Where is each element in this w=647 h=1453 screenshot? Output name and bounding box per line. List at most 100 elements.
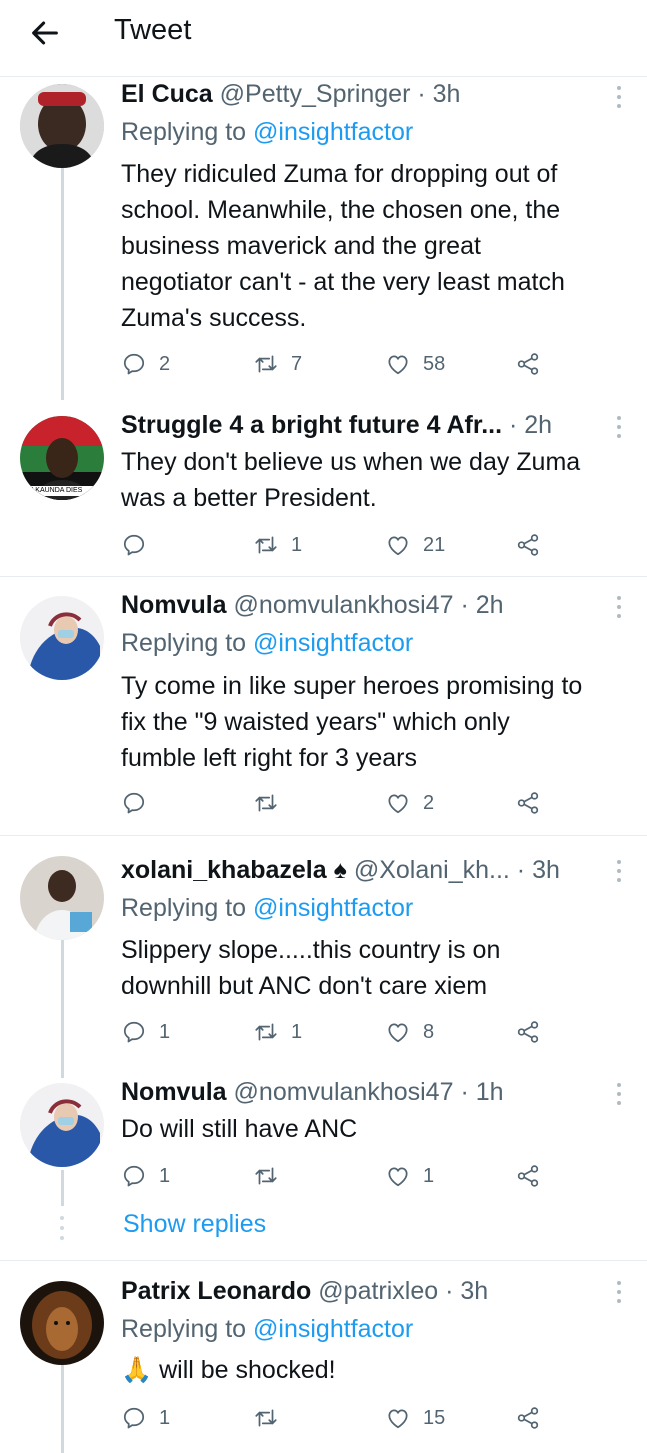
reply-button[interactable] bbox=[121, 788, 159, 818]
like-button[interactable]: 2 bbox=[385, 788, 434, 818]
retweet-icon bbox=[253, 351, 279, 377]
author-name[interactable]: Nomvula bbox=[121, 1078, 227, 1106]
tweet-meta: Patrix Leonardo @patrixleo · 3h bbox=[121, 1277, 607, 1306]
tweet-text: Do will still have ANC bbox=[121, 1115, 358, 1143]
reply-button[interactable]: 1 bbox=[121, 1017, 170, 1047]
share-button[interactable] bbox=[515, 1403, 541, 1433]
share-button[interactable] bbox=[515, 349, 541, 379]
retweet-button[interactable] bbox=[253, 1403, 291, 1433]
reply-icon bbox=[121, 1163, 147, 1189]
like-icon bbox=[385, 351, 411, 377]
share-button[interactable] bbox=[515, 530, 541, 560]
reply-button[interactable]: 1 bbox=[121, 1161, 170, 1191]
avatar[interactable] bbox=[20, 84, 104, 168]
author-name[interactable]: El Cuca bbox=[121, 80, 213, 108]
thread-line bbox=[61, 918, 64, 1078]
more-icon[interactable] bbox=[615, 416, 623, 442]
more-icon[interactable] bbox=[615, 1083, 623, 1109]
tweet-actions: 1 1 bbox=[0, 1161, 647, 1191]
retweet-button[interactable] bbox=[253, 788, 291, 818]
share-icon bbox=[515, 1019, 541, 1045]
retweet-button[interactable]: 1 bbox=[253, 530, 302, 560]
retweet-button[interactable]: 7 bbox=[253, 349, 302, 379]
avatar[interactable] bbox=[20, 1281, 104, 1365]
tweet-actions: 1 15 bbox=[0, 1403, 647, 1433]
avatar[interactable]: TH KAUNDA DIES bbox=[20, 416, 104, 500]
divider bbox=[0, 835, 647, 836]
retweet-icon bbox=[253, 790, 279, 816]
handle-time: @Petty_Springer · 3h bbox=[219, 80, 461, 108]
back-arrow-icon[interactable] bbox=[28, 16, 62, 50]
thread-dots bbox=[60, 1216, 65, 1246]
replying-handle[interactable]: @insightfactor bbox=[253, 894, 413, 922]
emoji: 🙏 bbox=[121, 1356, 153, 1384]
share-icon bbox=[515, 1405, 541, 1431]
retweet-icon bbox=[253, 1163, 279, 1189]
reply-icon bbox=[121, 790, 147, 816]
share-icon bbox=[515, 351, 541, 377]
avatar[interactable] bbox=[20, 1083, 104, 1167]
replying-handle[interactable]: @insightfactor bbox=[253, 629, 413, 657]
like-button[interactable]: 8 bbox=[385, 1017, 434, 1047]
retweet-button[interactable] bbox=[253, 1161, 291, 1191]
handle-time: @Xolani_kh... · 3h bbox=[353, 856, 560, 884]
avatar[interactable] bbox=[20, 856, 104, 940]
divider bbox=[0, 576, 647, 577]
header-bar: Tweet bbox=[0, 0, 647, 77]
share-button[interactable] bbox=[515, 1017, 541, 1047]
tweet-meta: xolani_khabazela ♠ @Xolani_kh... · 3h bbox=[121, 856, 607, 885]
reply-icon bbox=[121, 532, 147, 558]
like-icon bbox=[385, 1405, 411, 1431]
show-replies-link[interactable]: Show replies bbox=[123, 1210, 266, 1239]
author-name[interactable]: Struggle 4 a bright future 4 Afr... bbox=[121, 411, 502, 439]
like-button[interactable]: 58 bbox=[385, 349, 445, 379]
avatar[interactable] bbox=[20, 596, 104, 680]
tweet-actions: 2 bbox=[0, 788, 647, 818]
share-icon bbox=[515, 1163, 541, 1189]
like-icon bbox=[385, 532, 411, 558]
tweet-text: Slippery slope.....this country is on dow… bbox=[121, 936, 501, 1000]
replying-to: Replying to @insightfactor bbox=[121, 1315, 414, 1343]
more-icon[interactable] bbox=[615, 1281, 623, 1307]
tweet-meta: Nomvula @nomvulankhosi47 · 2h bbox=[121, 591, 607, 620]
like-button[interactable]: 21 bbox=[385, 530, 445, 560]
share-icon bbox=[515, 532, 541, 558]
tweet-meta: Struggle 4 a bright future 4 Afr... · 2h bbox=[121, 411, 607, 440]
replying-handle[interactable]: @insightfactor bbox=[253, 118, 413, 146]
like-button[interactable]: 1 bbox=[385, 1161, 434, 1191]
tweet-text: 🙏 will be shocked! bbox=[121, 1356, 336, 1384]
more-icon[interactable] bbox=[615, 596, 623, 622]
badge: ♠ bbox=[333, 856, 347, 884]
retweet-button[interactable]: 1 bbox=[253, 1017, 302, 1047]
retweet-icon bbox=[253, 532, 279, 558]
like-button[interactable]: 15 bbox=[385, 1403, 445, 1433]
share-button[interactable] bbox=[515, 788, 541, 818]
divider bbox=[0, 1260, 647, 1261]
handle-time: @nomvulankhosi47 · 1h bbox=[233, 1078, 504, 1106]
page-title: Tweet bbox=[114, 14, 192, 46]
author-name[interactable]: xolani_khabazela bbox=[121, 856, 327, 884]
author-name[interactable]: Patrix Leonardo bbox=[121, 1277, 311, 1305]
more-icon[interactable] bbox=[615, 860, 623, 886]
avatar-caption: TH KAUNDA DIES bbox=[24, 487, 83, 494]
handle-time: @nomvulankhosi47 · 2h bbox=[233, 591, 504, 619]
replying-to: Replying to @insightfactor bbox=[121, 629, 414, 657]
author-name[interactable]: Nomvula bbox=[121, 591, 227, 619]
handle-time: · 2h bbox=[502, 411, 553, 439]
share-icon bbox=[515, 790, 541, 816]
tweet-meta: Nomvula @nomvulankhosi47 · 1h bbox=[121, 1078, 607, 1107]
tweet-actions: 1 21 bbox=[0, 530, 647, 560]
reply-icon bbox=[121, 1405, 147, 1431]
tweet-meta: El Cuca @Petty_Springer · 3h bbox=[121, 80, 607, 109]
more-icon[interactable] bbox=[615, 86, 623, 112]
like-icon bbox=[385, 790, 411, 816]
share-button[interactable] bbox=[515, 1161, 541, 1191]
replying-handle[interactable]: @insightfactor bbox=[253, 1315, 413, 1343]
reply-button[interactable]: 2 bbox=[121, 349, 170, 379]
replying-to: Replying to @insightfactor bbox=[121, 118, 414, 146]
tweet-text: Ty come in like super heroes promising t… bbox=[121, 672, 583, 772]
retweet-icon bbox=[253, 1019, 279, 1045]
reply-button[interactable]: 1 bbox=[121, 1403, 170, 1433]
handle-time: @patrixleo · 3h bbox=[318, 1277, 489, 1305]
reply-button[interactable] bbox=[121, 530, 159, 560]
